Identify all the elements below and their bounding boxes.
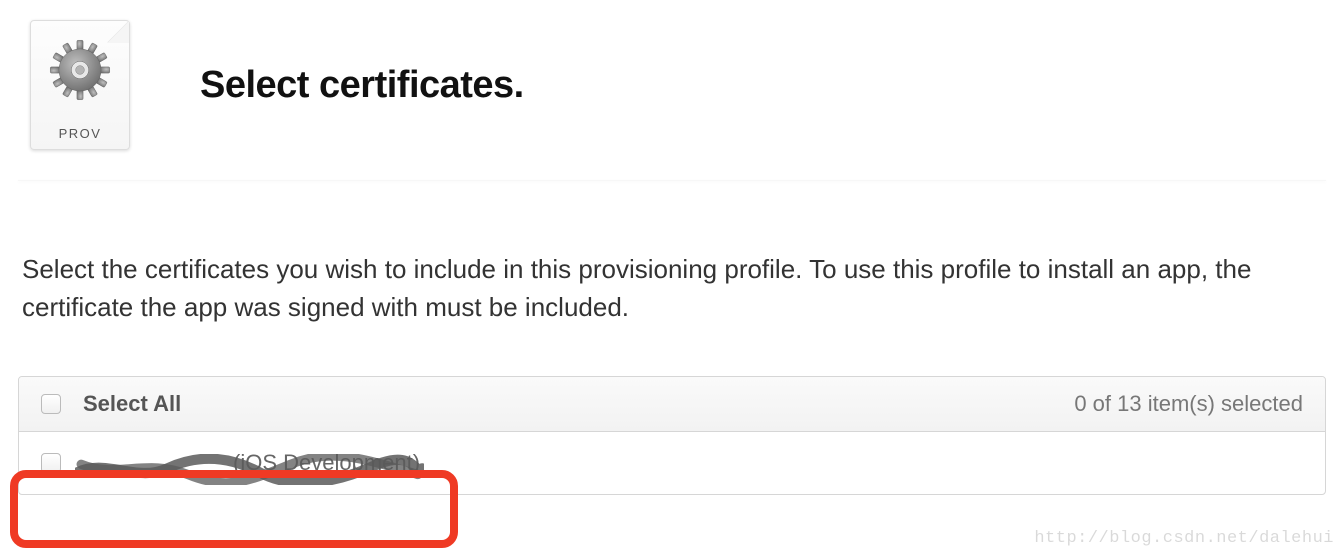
description-text: Select the certificates you wish to incl… (0, 181, 1344, 356)
prov-label: PROV (59, 126, 102, 141)
provisioning-profile-icon: PROV (30, 20, 130, 150)
certificate-list: Select All 0 of 13 item(s) selected (iOS… (18, 376, 1326, 495)
selection-count: 0 of 13 item(s) selected (1074, 391, 1303, 417)
select-all-label[interactable]: Select All (83, 391, 1074, 417)
certificate-name-suffix: (iOS Development) (83, 450, 420, 475)
certificate-row[interactable]: (iOS Development) (19, 432, 1325, 494)
certificate-name: (iOS Development) (83, 450, 420, 476)
page-title: Select certificates. (200, 64, 524, 107)
watermark-text: http://blog.csdn.net/dalehui (1034, 529, 1334, 548)
page-header: PROV Select certificates. (0, 0, 1344, 180)
select-all-checkbox[interactable] (41, 394, 61, 414)
gear-icon (49, 39, 111, 101)
certificate-checkbox[interactable] (41, 453, 61, 473)
certificate-list-header: Select All 0 of 13 item(s) selected (19, 377, 1325, 432)
